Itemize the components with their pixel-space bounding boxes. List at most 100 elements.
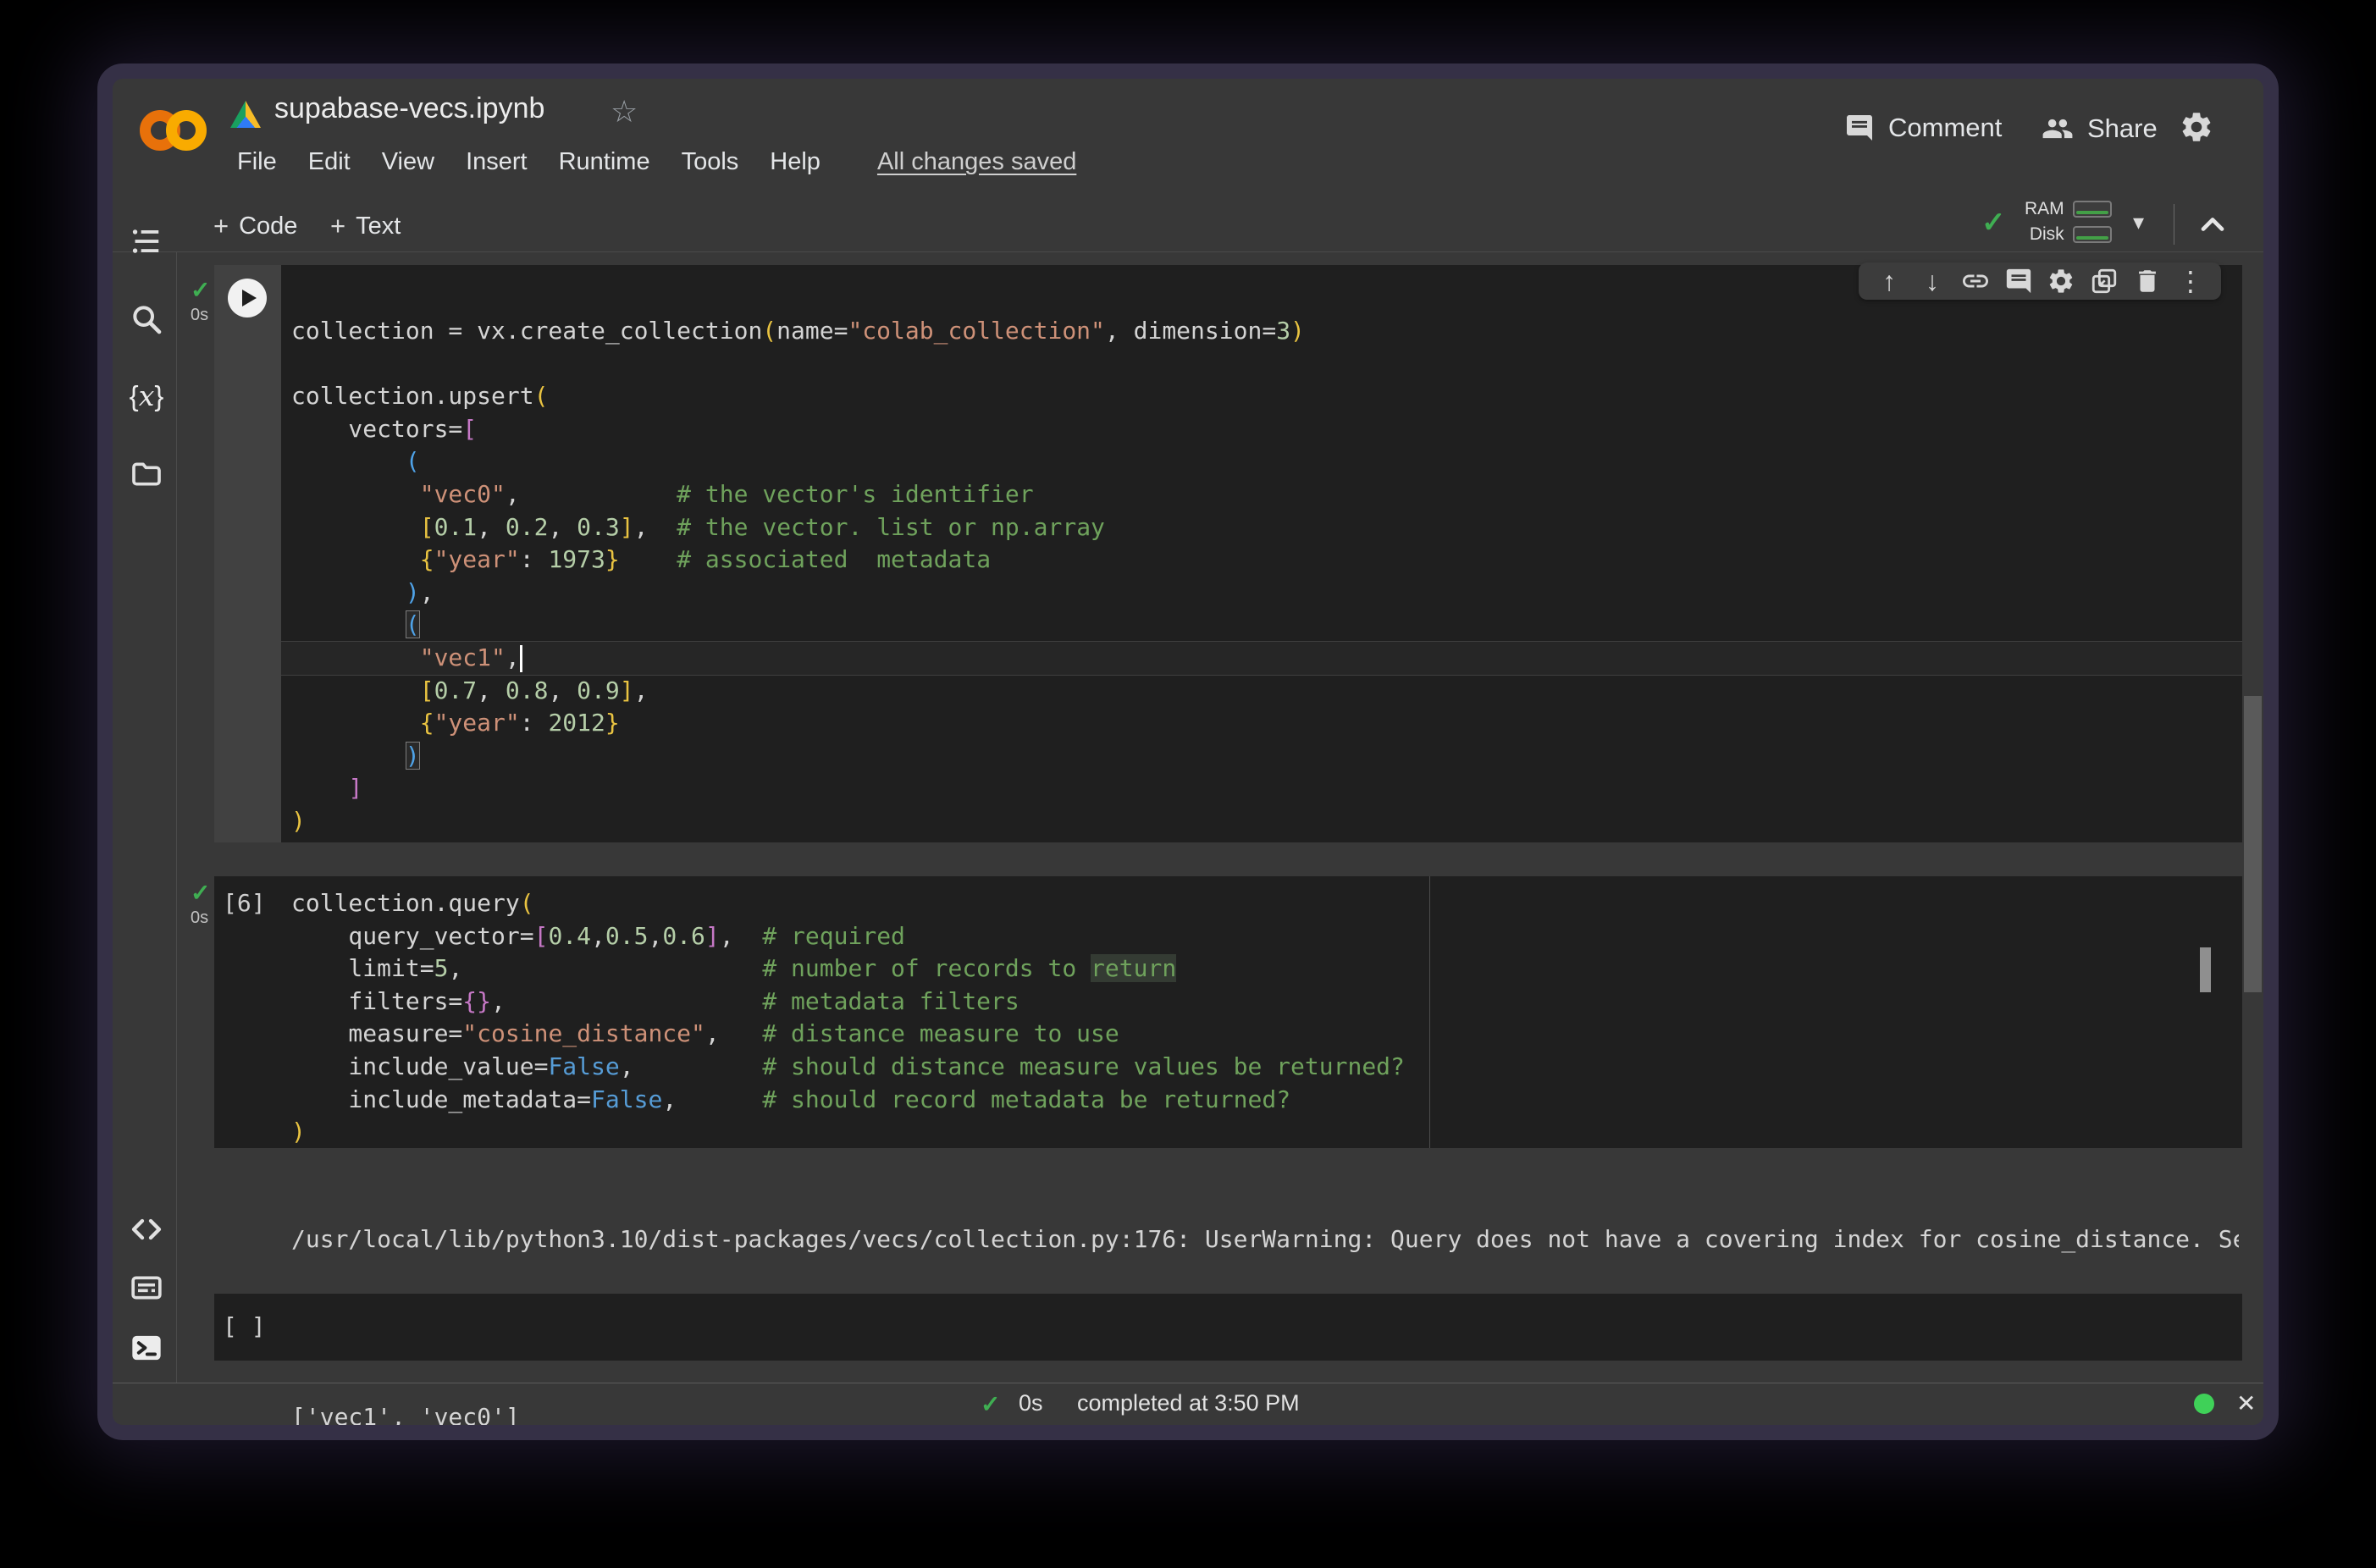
plus-icon: + — [330, 211, 345, 241]
code-line: ) — [281, 1116, 2242, 1149]
status-close-icon[interactable]: ✕ — [2236, 1389, 2256, 1417]
code-line: [0.1, 0.2, 0.3], # the vector. list or n… — [281, 511, 2242, 544]
star-icon[interactable]: ☆ — [611, 94, 638, 130]
code-cell-2[interactable]: [6] collection.query( query_vector=[0.4,… — [214, 876, 2242, 1148]
notebook-scrollbar-thumb[interactable] — [2244, 696, 2262, 992]
column-ruler — [1429, 876, 1430, 1148]
disk-gauge — [2073, 226, 2112, 243]
collapse-header-button[interactable] — [2194, 206, 2231, 243]
code-line: filters={}, # metadata filters — [281, 986, 2242, 1019]
code-line: ) — [281, 805, 2242, 838]
terminal-icon[interactable] — [130, 1331, 163, 1365]
cell2-executed-check-icon: ✓ — [191, 879, 210, 907]
sidebar-divider — [176, 251, 177, 1383]
add-text-button[interactable]: + Text — [330, 211, 401, 241]
cell-toolbar: ↑ ↓ ⋮ — [1859, 262, 2221, 300]
code-line: "vec0", # the vector's identifier — [281, 478, 2242, 511]
add-comment-icon[interactable] — [2003, 266, 2034, 296]
code-line: {"year": 1973} # associated metadata — [281, 544, 2242, 577]
add-code-button[interactable]: + Code — [213, 211, 297, 241]
ram-label: RAM — [2025, 199, 2064, 219]
move-cell-down-icon[interactable]: ↓ — [1917, 266, 1948, 296]
cell-settings-gear-icon[interactable] — [2046, 266, 2076, 296]
table-of-contents-icon[interactable] — [130, 224, 163, 258]
share-label: Share — [2087, 113, 2158, 144]
share-button[interactable]: Share — [2042, 113, 2158, 145]
status-check-icon: ✓ — [981, 1390, 1000, 1418]
code-snippets-icon[interactable] — [130, 1212, 163, 1246]
all-changes-saved[interactable]: All changes saved — [877, 148, 1076, 176]
status-exec-time: 0s — [1019, 1390, 1043, 1416]
editor-scrollbar-thumb[interactable] — [2200, 947, 2211, 992]
move-cell-up-icon[interactable]: ↑ — [1874, 266, 1904, 296]
connected-check-icon: ✓ — [1981, 206, 2006, 240]
copy-link-to-cell-icon[interactable] — [1960, 266, 1991, 296]
code-cell-1[interactable]: collection = vx.create_collection(name="… — [214, 265, 2242, 842]
cell1-code-editor[interactable]: collection = vx.create_collection(name="… — [281, 265, 2242, 842]
code-line: "vec1", — [281, 642, 2242, 675]
execution-count-empty: [ ] — [223, 1311, 266, 1344]
files-folder-icon[interactable] — [130, 457, 163, 491]
notebook-title[interactable]: supabase-vecs.ipynb — [274, 92, 544, 125]
code-line — [281, 348, 2242, 381]
code-line: ] — [281, 772, 2242, 805]
code-cell-3[interactable]: [ ] — [214, 1294, 2242, 1361]
code-line: include_metadata=False, # should record … — [281, 1084, 2242, 1117]
menubar: File Edit View Insert Runtime Tools Help… — [237, 148, 1076, 176]
code-line: ( — [281, 445, 2242, 478]
code-line: ) — [281, 740, 2242, 773]
menu-tools[interactable]: Tools — [682, 148, 739, 176]
toolbar-divider — [113, 251, 2263, 252]
menu-help[interactable]: Help — [770, 148, 821, 176]
cell2-exec-time: 0s — [191, 908, 208, 928]
status-green-dot — [2194, 1394, 2214, 1414]
search-icon[interactable] — [130, 302, 163, 336]
runtime-dropdown-caret-icon[interactable]: ▾ — [2133, 209, 2144, 235]
run-cell-button[interactable] — [228, 279, 267, 317]
play-icon — [242, 290, 257, 306]
cell1-exec-time: 0s — [191, 306, 208, 325]
code-line: vectors=[ — [281, 413, 2242, 446]
settings-gear-icon[interactable] — [2179, 109, 2214, 145]
ram-gauge — [2073, 201, 2112, 218]
code-line: collection.query( — [281, 887, 2242, 920]
menu-runtime[interactable]: Runtime — [559, 148, 650, 176]
people-icon — [2042, 113, 2074, 145]
code-line: {"year": 2012} — [281, 707, 2242, 740]
execution-count: [6] — [223, 887, 266, 920]
cell1-executed-check-icon: ✓ — [191, 276, 210, 304]
add-text-label: Text — [356, 213, 401, 240]
comment-button[interactable]: Comment — [1844, 113, 2002, 143]
code-line: [0.7, 0.8, 0.9], — [281, 675, 2242, 708]
menu-view[interactable]: View — [382, 148, 434, 176]
colab-window: supabase-vecs.ipynb ☆ File Edit View Ins… — [97, 63, 2279, 1440]
add-code-label: Code — [239, 213, 297, 240]
delete-cell-trash-icon[interactable] — [2132, 266, 2163, 296]
more-vert-icon[interactable]: ⋮ — [2175, 266, 2206, 296]
code-line: limit=5, # number of records to return — [281, 952, 2242, 986]
code-line: measure="cosine_distance", # distance me… — [281, 1018, 2242, 1051]
status-message: completed at 3:50 PM — [1077, 1390, 1300, 1416]
comment-icon — [1844, 113, 1875, 143]
colab-logo-ring-right — [166, 110, 207, 151]
menu-file[interactable]: File — [237, 148, 277, 176]
plus-icon: + — [213, 211, 229, 241]
code-line: include_value=False, # should distance m… — [281, 1051, 2242, 1084]
command-palette-icon[interactable] — [130, 1271, 163, 1305]
cell1-run-strip — [214, 265, 281, 842]
menu-insert[interactable]: Insert — [466, 148, 528, 176]
code-line: ( — [281, 609, 2242, 642]
resource-monitor[interactable]: RAM Disk — [2025, 199, 2112, 245]
variables-icon[interactable]: {x} — [130, 378, 163, 412]
code-line: ), — [281, 577, 2242, 610]
comment-label: Comment — [1888, 113, 2002, 143]
output-warning-line: /usr/local/lib/python3.10/dist-packages/… — [291, 1224, 2239, 1254]
open-in-tab-icon[interactable] — [2089, 266, 2119, 296]
code-line: collection = vx.create_collection(name="… — [281, 315, 2242, 348]
screen: supabase-vecs.ipynb ☆ File Edit View Ins… — [0, 0, 2376, 1568]
colab-logo[interactable] — [140, 108, 207, 153]
statusbar: ✓ 0s completed at 3:50 PM ✕ — [113, 1383, 2263, 1425]
menu-edit[interactable]: Edit — [308, 148, 351, 176]
code-line: collection.upsert( — [281, 380, 2242, 413]
cell2-code-editor[interactable]: collection.query( query_vector=[0.4,0.5,… — [281, 876, 2242, 1148]
